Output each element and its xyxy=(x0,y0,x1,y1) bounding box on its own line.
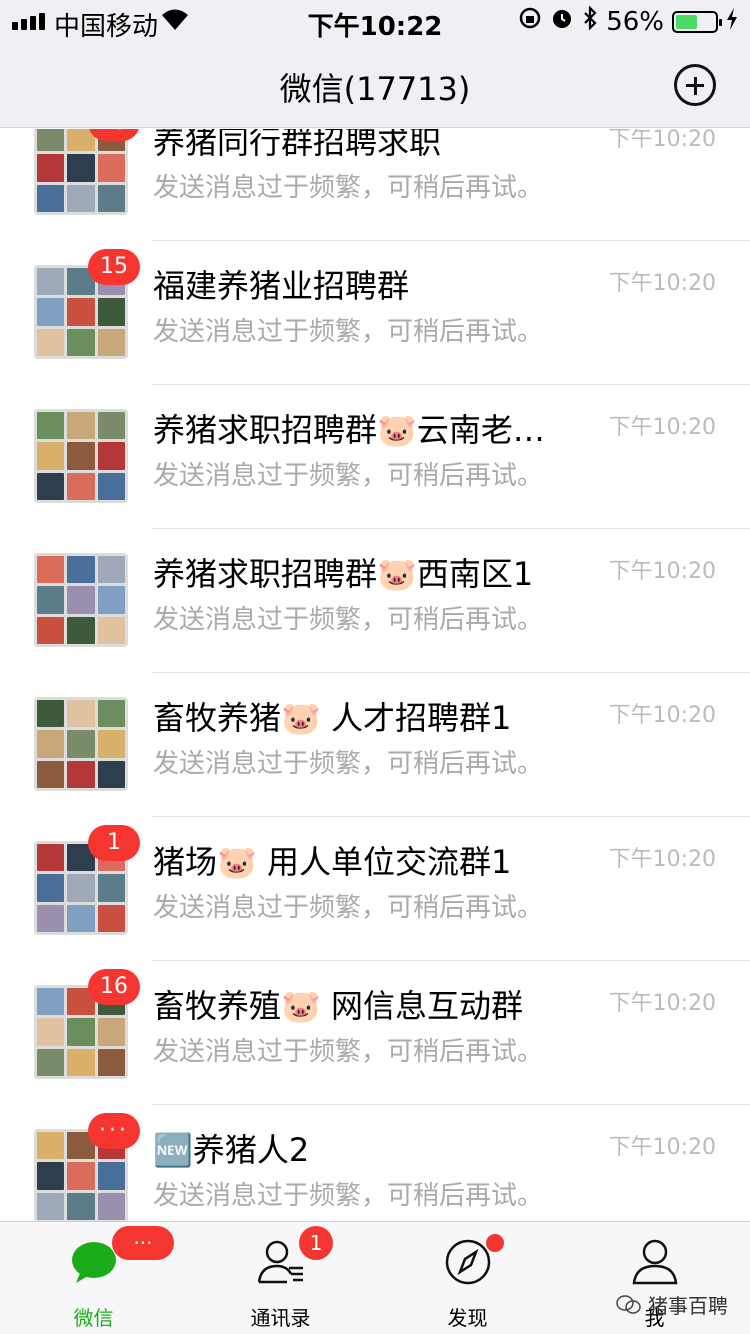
alarm-icon xyxy=(550,6,574,37)
chat-time: 下午10:20 xyxy=(608,559,716,584)
chat-time: 下午10:20 xyxy=(608,415,716,440)
unread-badge: 15 xyxy=(88,249,140,285)
chat-row[interactable]: 25养猪同行群招聘求职发送消息过于频繁，可稍后再试。下午10:20 xyxy=(0,129,750,241)
chat-row[interactable]: 畜牧养猪🐷 人才招聘群1 发送消息过于频繁，可稍后再试。 下午10:20 xyxy=(0,673,750,817)
chat-time: 下午10:20 xyxy=(608,129,716,152)
contacts-icon xyxy=(257,1240,303,1284)
unread-badge: 1 xyxy=(88,825,140,861)
chat-name: 🆕养猪人2 xyxy=(153,1131,310,1169)
add-plus-button[interactable] xyxy=(674,64,716,106)
battery-percent: 56% xyxy=(606,6,664,37)
chat-name: 畜牧养殖🐷 网信息互动群 xyxy=(153,987,524,1025)
chat-bubble-icon xyxy=(72,1242,116,1283)
chat-list[interactable]: 25养猪同行群招聘求职发送消息过于频繁，可稍后再试。下午10:2015福建养猪业… xyxy=(0,129,750,1221)
chat-name: 养猪同行群招聘求职 xyxy=(153,129,442,161)
chat-row[interactable]: 养猪求职招聘群🐷云南老… 发送消息过于频繁，可稍后再试。 下午10:20 xyxy=(0,385,750,529)
chat-name: 养猪求职招聘群🐷西南区1 xyxy=(153,555,534,593)
chat-last-message: 发送消息过于频繁，可稍后再试。 xyxy=(153,605,544,635)
chat-name: 福建养猪业招聘群 xyxy=(153,267,410,305)
chat-row[interactable]: 养猪求职招聘群🐷西南区1 发送消息过于频繁，可稍后再试。 下午10:20 xyxy=(0,529,750,673)
tab-chats[interactable]: ··· 微信 xyxy=(0,1222,187,1334)
chat-row[interactable]: ··· 🆕养猪人2 发送消息过于频繁，可稍后再试。 下午10:20 xyxy=(0,1105,750,1221)
tab-chats-badge: ··· xyxy=(112,1226,174,1260)
tab-discover-label: 发现 xyxy=(447,1306,488,1330)
group-avatar xyxy=(34,409,128,503)
watermark-text: 猪事百聘 xyxy=(648,1294,728,1318)
chat-name: 畜牧养猪🐷 人才招聘群1 xyxy=(153,699,512,737)
chat-last-message: 发送消息过于频繁，可稍后再试。 xyxy=(153,317,544,347)
battery-icon xyxy=(672,10,722,33)
chat-row[interactable]: 16 畜牧养殖🐷 网信息互动群发送消息过于频繁，可稍后再试。 下午10:20 xyxy=(0,961,750,1105)
tab-chats-label: 微信 xyxy=(73,1306,114,1330)
chat-last-message: 发送消息过于频繁，可稍后再试。 xyxy=(153,173,544,203)
chat-time: 下午10:20 xyxy=(608,1135,716,1160)
group-avatar xyxy=(34,553,128,647)
charging-icon xyxy=(726,7,738,37)
group-avatar xyxy=(34,129,128,215)
chat-row[interactable]: 1 猪场🐷 用人单位交流群1 发送消息过于频繁，可稍后再试。 下午10:20 xyxy=(0,817,750,961)
tab-contacts-badge: 1 xyxy=(299,1226,333,1260)
chat-last-message: 发送消息过于频繁，可稍后再试。 xyxy=(153,1181,544,1211)
chat-time: 下午10:20 xyxy=(608,847,716,872)
chat-time: 下午10:20 xyxy=(608,991,716,1016)
tab-discover-dot xyxy=(486,1234,504,1252)
chat-last-message: 发送消息过于频繁，可稍后再试。 xyxy=(153,893,544,923)
tab-contacts[interactable]: 1 通讯录 xyxy=(187,1222,374,1334)
rotation-lock-icon xyxy=(518,6,542,37)
group-avatar xyxy=(34,697,128,791)
wechat-logo-icon xyxy=(616,1294,641,1314)
chat-last-message: 发送消息过于频繁，可稍后再试。 xyxy=(153,1037,544,1067)
person-icon xyxy=(632,1239,678,1285)
chat-row[interactable]: 15 福建养猪业招聘群发送消息过于频繁，可稍后再试。 下午10:20 xyxy=(0,241,750,385)
chat-name: 猪场🐷 用人单位交流群1 xyxy=(153,843,512,881)
bluetooth-icon xyxy=(582,5,598,37)
chat-time: 下午10:20 xyxy=(608,271,716,296)
chat-name: 养猪求职招聘群🐷云南老… xyxy=(153,411,545,449)
page-title: 微信(17713) xyxy=(279,70,471,108)
watermark: 猪事百聘 xyxy=(616,1290,728,1319)
chat-last-message: 发送消息过于频繁，可稍后再试。 xyxy=(153,461,544,491)
chat-last-message: 发送消息过于频繁，可稍后再试。 xyxy=(153,749,544,779)
compass-icon xyxy=(445,1239,491,1285)
tab-contacts-label: 通讯录 xyxy=(250,1306,311,1330)
chat-time: 下午10:20 xyxy=(608,703,716,728)
nav-bar: 微信(17713) xyxy=(0,40,750,128)
unread-badge: ··· xyxy=(88,1113,140,1149)
status-bar: 中国移动 下午10:22 56% xyxy=(0,0,750,42)
unread-badge: 16 xyxy=(88,969,140,1005)
tab-discover[interactable]: 发现 xyxy=(374,1222,561,1334)
